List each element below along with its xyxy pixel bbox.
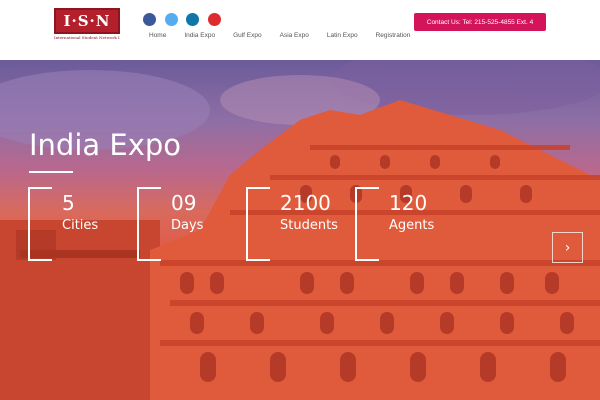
hero-title: India Expo (29, 128, 182, 162)
nav-gulf-expo[interactable]: Gulf Expo (233, 32, 262, 39)
stat-number: 120 (389, 191, 428, 215)
logo-subtitle: International Student Network Inc. (54, 35, 120, 40)
nav-latin-expo[interactable]: Latin Expo (327, 32, 358, 39)
stat-cities: 5 Cities (28, 187, 98, 261)
stat-label: Agents (389, 218, 435, 233)
nav-registration[interactable]: Registration (376, 32, 411, 39)
stat-agents: 120 Agents (355, 187, 445, 261)
chevron-right-icon: › (564, 239, 571, 256)
twitter-icon[interactable] (165, 13, 178, 26)
stat-number: 5 (62, 191, 75, 215)
stat-days: 09 Days (137, 187, 203, 261)
slider-next-button[interactable]: › (552, 232, 583, 263)
facebook-icon[interactable] (143, 13, 156, 26)
stat-number: 2100 (280, 191, 331, 215)
main-nav: Home India Expo Gulf Expo Asia Expo Lati… (149, 32, 428, 39)
google-plus-icon[interactable] (208, 13, 221, 26)
stat-students: 2100 Students (246, 187, 356, 261)
hero-banner: India Expo 5 Cities 09 Days 2100 Student… (0, 60, 600, 400)
stat-label: Days (171, 218, 204, 233)
contact-button[interactable]: Contact Us: Tel: 215-525-4855 Ext. 4 (414, 13, 546, 31)
logo-mark: I·S·N (54, 8, 120, 34)
nav-home[interactable]: Home (149, 32, 166, 39)
hero-title-underline (29, 171, 73, 173)
stat-label: Students (280, 218, 338, 233)
stat-number: 09 (171, 191, 197, 215)
linkedin-icon[interactable] (186, 13, 199, 26)
nav-india-expo[interactable]: India Expo (184, 32, 215, 39)
stat-label: Cities (62, 218, 99, 233)
nav-asia-expo[interactable]: Asia Expo (280, 32, 309, 39)
isn-logo[interactable]: I·S·N International Student Network Inc. (54, 8, 120, 42)
site-header: I·S·N International Student Network Inc.… (0, 0, 600, 60)
